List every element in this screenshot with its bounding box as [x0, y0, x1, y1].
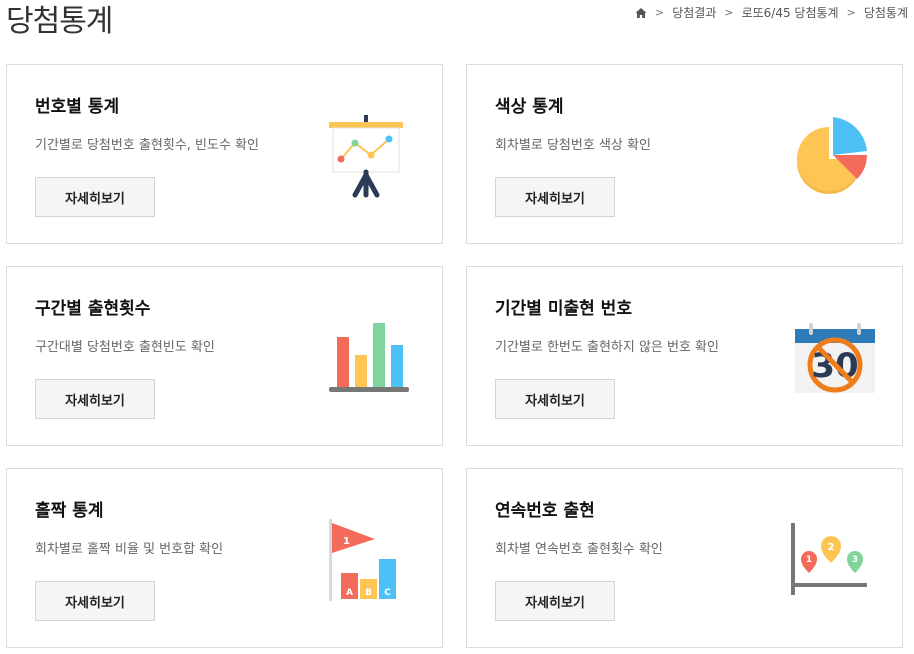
card-description: 구간대별 당첨번호 출현빈도 확인 — [35, 340, 215, 355]
card-title: 구간별 출현횟수 — [35, 299, 151, 319]
card-description: 회차별로 홀짝 비율 및 번호합 확인 — [35, 542, 224, 557]
card-odd-even-stats: 홀짝 통계 회차별로 홀짝 비율 및 번호합 확인 자세히보기 1 A B C — [6, 468, 443, 648]
pin-label-2: 2 — [828, 542, 835, 553]
bar-label-c: C — [384, 588, 391, 598]
card-unappeared-numbers: 기간별 미출현 번호 기간별로 한번도 출현하지 않은 번호 확인 자세히보기 … — [466, 266, 903, 446]
detail-button[interactable]: 자세히보기 — [35, 581, 155, 621]
home-icon[interactable] — [635, 7, 647, 19]
card-title: 번호별 통계 — [35, 97, 120, 117]
card-description: 회차별로 당첨번호 색상 확인 — [495, 138, 651, 153]
breadcrumb-item-lotto-stats[interactable]: 로또6/45 당첨통계 — [742, 4, 839, 21]
card-number-stats: 번호별 통계 기간별로 당첨번호 출현횟수, 빈도수 확인 자세히보기 — [6, 64, 443, 244]
pin-label-3: 3 — [852, 555, 858, 565]
bar-chart-icon — [329, 323, 409, 392]
breadcrumb-item-current: 당첨통계 — [863, 6, 908, 20]
breadcrumb: > 당첨결과 > 로또6/45 당첨통계 > 당첨통계 — [635, 4, 908, 21]
card-description: 기간별로 한번도 출현하지 않은 번호 확인 — [495, 340, 719, 355]
card-title: 색상 통계 — [495, 97, 564, 117]
detail-button[interactable]: 자세히보기 — [35, 177, 155, 217]
card-range-count: 구간별 출현횟수 구간대별 당첨번호 출현빈도 확인 자세히보기 — [6, 266, 443, 446]
presentation-board-icon — [329, 115, 403, 198]
card-consecutive-numbers: 연속번호 출현 회차별 연속번호 출현횟수 확인 자세히보기 1 2 3 — [466, 468, 903, 648]
pie-chart-icon — [797, 117, 867, 194]
card-description: 회차별 연속번호 출현횟수 확인 — [495, 542, 663, 557]
detail-button[interactable]: 자세히보기 — [35, 379, 155, 419]
card-title: 홀짝 통계 — [35, 501, 104, 521]
detail-button[interactable]: 자세히보기 — [495, 379, 615, 419]
chevron-right-icon: > — [846, 6, 856, 19]
card-title: 기간별 미출현 번호 — [495, 299, 632, 319]
map-pins-chart-icon: 1 2 3 — [791, 523, 867, 595]
breadcrumb-item-results[interactable]: 당첨결과 — [672, 4, 716, 21]
flag-label: 1 — [343, 536, 350, 547]
pin-label-1: 1 — [806, 555, 812, 565]
chevron-right-icon: > — [724, 6, 734, 19]
bar-label-b: B — [365, 588, 372, 598]
calendar-no-30-icon: 30 — [795, 323, 875, 393]
page-title: 당첨통계 — [6, 4, 113, 39]
card-title: 연속번호 출현 — [495, 501, 595, 521]
chevron-right-icon: > — [654, 6, 665, 19]
bar-label-a: A — [346, 588, 353, 598]
flag-abc-bars-icon: 1 A B C — [329, 519, 396, 601]
card-description: 기간별로 당첨번호 출현횟수, 빈도수 확인 — [35, 138, 259, 153]
detail-button[interactable]: 자세히보기 — [495, 177, 615, 217]
detail-button[interactable]: 자세히보기 — [495, 581, 615, 621]
card-color-stats: 색상 통계 회차별로 당첨번호 색상 확인 자세히보기 — [466, 64, 903, 244]
